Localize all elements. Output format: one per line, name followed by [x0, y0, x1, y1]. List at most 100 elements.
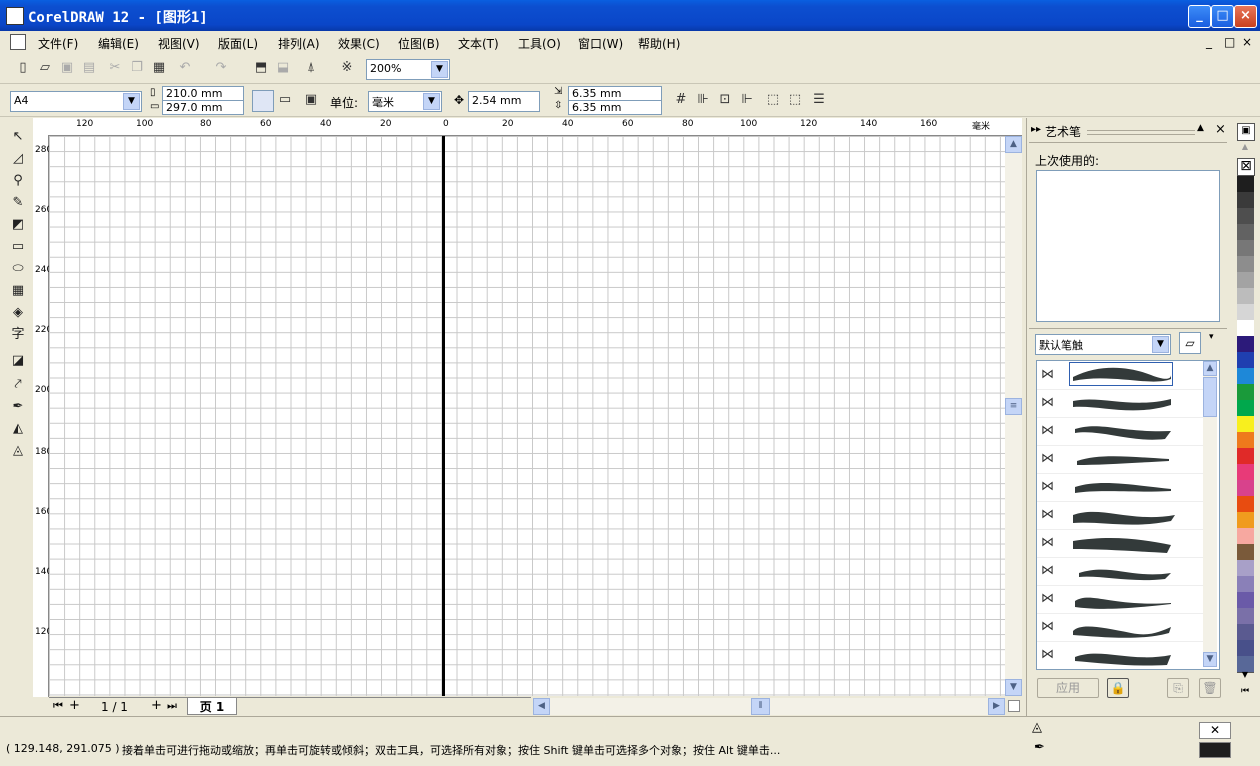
freehand-tool-icon[interactable]: ✎	[8, 193, 28, 213]
units-select[interactable]: 毫米 ▼	[368, 91, 442, 112]
brush-stroke-item[interactable]: ⋈	[1037, 501, 1205, 530]
scroll-left-button[interactable]: ◀	[533, 698, 550, 715]
color-swatch[interactable]	[1237, 560, 1254, 577]
brush-stroke-item[interactable]: ⋈	[1037, 585, 1205, 614]
doc-minimize-button[interactable]: _	[1206, 35, 1212, 49]
no-color-swatch[interactable]: ⊠	[1237, 158, 1255, 176]
scroll-down-button[interactable]: ▼	[1203, 652, 1217, 667]
lock-icon[interactable]: 🔒	[1107, 678, 1129, 698]
brush-list-scrollbar[interactable]: ▲ ▼	[1203, 361, 1217, 667]
color-swatch[interactable]	[1237, 256, 1254, 273]
menu-help[interactable]: 帮助(H)	[638, 35, 680, 52]
color-swatch[interactable]	[1237, 576, 1254, 593]
horizontal-scroll-thumb[interactable]: ⦀	[751, 698, 770, 715]
fill-tool-icon[interactable]: ◭	[8, 419, 28, 439]
brush-stroke-item[interactable]: ⋈	[1037, 557, 1205, 586]
snap-to-grid-icon[interactable]: #	[672, 91, 690, 109]
color-swatch[interactable]	[1237, 480, 1254, 497]
color-swatch[interactable]	[1237, 528, 1254, 545]
ellipse-tool-icon[interactable]: ⬭	[8, 259, 28, 279]
brush-category-select[interactable]: 默认笔触 ▼	[1035, 334, 1171, 355]
scroll-up-button[interactable]: ▲	[1005, 136, 1022, 153]
export-icon[interactable]: ⬓	[274, 59, 292, 77]
redo-icon[interactable]: ↷	[212, 59, 230, 77]
options-icon[interactable]: ☰	[810, 91, 828, 109]
brush-stroke-item[interactable]: ⋈	[1037, 361, 1205, 390]
vertical-scrollbar[interactable]: ▲ ≡ ▼	[1005, 136, 1022, 696]
menu-layout[interactable]: 版面(L)	[218, 35, 258, 52]
interactive-fill-tool-icon[interactable]: ◬	[8, 441, 28, 461]
last-page-icon[interactable]: ⏭	[167, 699, 177, 713]
menu-window[interactable]: 窗口(W)	[578, 35, 623, 52]
brush-scroll-thumb[interactable]	[1203, 377, 1217, 417]
duplicate-distance-y-field[interactable]: 6.35 mm	[568, 100, 662, 115]
color-swatch[interactable]	[1237, 336, 1254, 353]
duplicate-distance-x-field[interactable]: 6.35 mm	[568, 86, 662, 101]
nudge-distance-field[interactable]: 2.54 mm	[468, 91, 540, 112]
color-swatch[interactable]	[1237, 368, 1254, 385]
eyedropper-tool-icon[interactable]: ⤤	[8, 375, 28, 395]
interactive-blend-tool-icon[interactable]: ◪	[8, 351, 28, 371]
color-swatch[interactable]	[1237, 288, 1254, 305]
close-button[interactable]: ×	[1234, 5, 1257, 28]
menu-file[interactable]: 文件(F)	[38, 35, 78, 52]
new-icon[interactable]: ▯	[14, 59, 32, 77]
add-page-before-icon[interactable]: +	[69, 698, 80, 713]
color-swatch[interactable]	[1237, 640, 1254, 657]
vertical-ruler[interactable]: 280 260 240 220 200 180 160 140 120	[33, 135, 52, 697]
shape-tool-icon[interactable]: ◿	[8, 149, 28, 169]
paper-width-field[interactable]: 210.0 mm	[162, 86, 244, 101]
snap-to-guidelines-icon[interactable]: ⊪	[694, 91, 712, 109]
paste-icon[interactable]: ▦	[150, 59, 168, 77]
navigator-button[interactable]	[1008, 700, 1020, 712]
scroll-up-button[interactable]: ▲	[1203, 361, 1217, 376]
color-swatch[interactable]	[1237, 192, 1254, 209]
palette-scroll-up-icon[interactable]: ▲	[1237, 142, 1253, 152]
drawing-canvas[interactable]	[49, 136, 1005, 696]
scroll-down-button[interactable]: ▼	[1005, 679, 1022, 696]
menu-text[interactable]: 文本(T)	[458, 35, 499, 52]
color-swatch[interactable]	[1237, 320, 1254, 337]
page-tab[interactable]: 页 1	[187, 698, 237, 715]
cut-icon[interactable]: ✂	[106, 59, 124, 77]
brush-stroke-item[interactable]: ⋈	[1037, 389, 1205, 418]
portrait-button[interactable]	[252, 90, 274, 112]
delete-brush-icon[interactable]: 🗑	[1199, 678, 1221, 698]
menu-effects[interactable]: 效果(C)	[338, 35, 380, 52]
color-swatch[interactable]	[1237, 208, 1254, 225]
rectangle-tool-icon[interactable]: ▭	[8, 237, 28, 257]
maximize-button[interactable]: □	[1211, 5, 1234, 28]
palette-options-icon[interactable]: ▣	[1237, 123, 1255, 141]
color-swatch[interactable]	[1237, 544, 1254, 561]
brush-stroke-item[interactable]: ⋈	[1037, 417, 1205, 446]
document-icon[interactable]	[10, 34, 26, 50]
zoom-level-select[interactable]: 200% ▼	[366, 59, 450, 80]
color-swatch[interactable]	[1237, 176, 1254, 193]
color-swatch[interactable]	[1237, 512, 1254, 529]
menu-edit[interactable]: 编辑(E)	[98, 35, 139, 52]
outline-color-swatch[interactable]	[1199, 742, 1231, 758]
docker-collapse-icon[interactable]: ▲	[1197, 123, 1204, 133]
paper-type-select[interactable]: A4 ▼	[10, 91, 142, 112]
app-icon[interactable]	[6, 7, 24, 25]
print-icon[interactable]: ▤	[80, 59, 98, 77]
color-swatch[interactable]	[1237, 304, 1254, 321]
fill-color-swatch[interactable]: ✕	[1199, 722, 1231, 739]
doc-close-button[interactable]: ×	[1242, 35, 1252, 49]
pick-tool-icon[interactable]: ↖	[8, 127, 28, 147]
application-launcher-icon[interactable]: ⍋	[302, 59, 320, 77]
color-swatch[interactable]	[1237, 432, 1254, 449]
undo-icon[interactable]: ↶	[176, 59, 194, 77]
text-tool-icon[interactable]: 字	[8, 325, 28, 345]
color-swatch[interactable]	[1237, 272, 1254, 289]
menu-arrange[interactable]: 排列(A)	[278, 35, 320, 52]
doc-restore-button[interactable]: □	[1224, 35, 1235, 49]
add-page-after-icon[interactable]: +	[151, 698, 162, 713]
brush-stroke-item[interactable]: ⋈	[1037, 473, 1205, 502]
landscape-button[interactable]: ▭	[276, 91, 294, 109]
menu-bitmaps[interactable]: 位图(B)	[398, 35, 440, 52]
menu-view[interactable]: 视图(V)	[158, 35, 200, 52]
brush-stroke-item[interactable]: ⋈	[1037, 613, 1205, 642]
color-swatch[interactable]	[1237, 496, 1254, 513]
color-swatch[interactable]	[1237, 384, 1254, 401]
